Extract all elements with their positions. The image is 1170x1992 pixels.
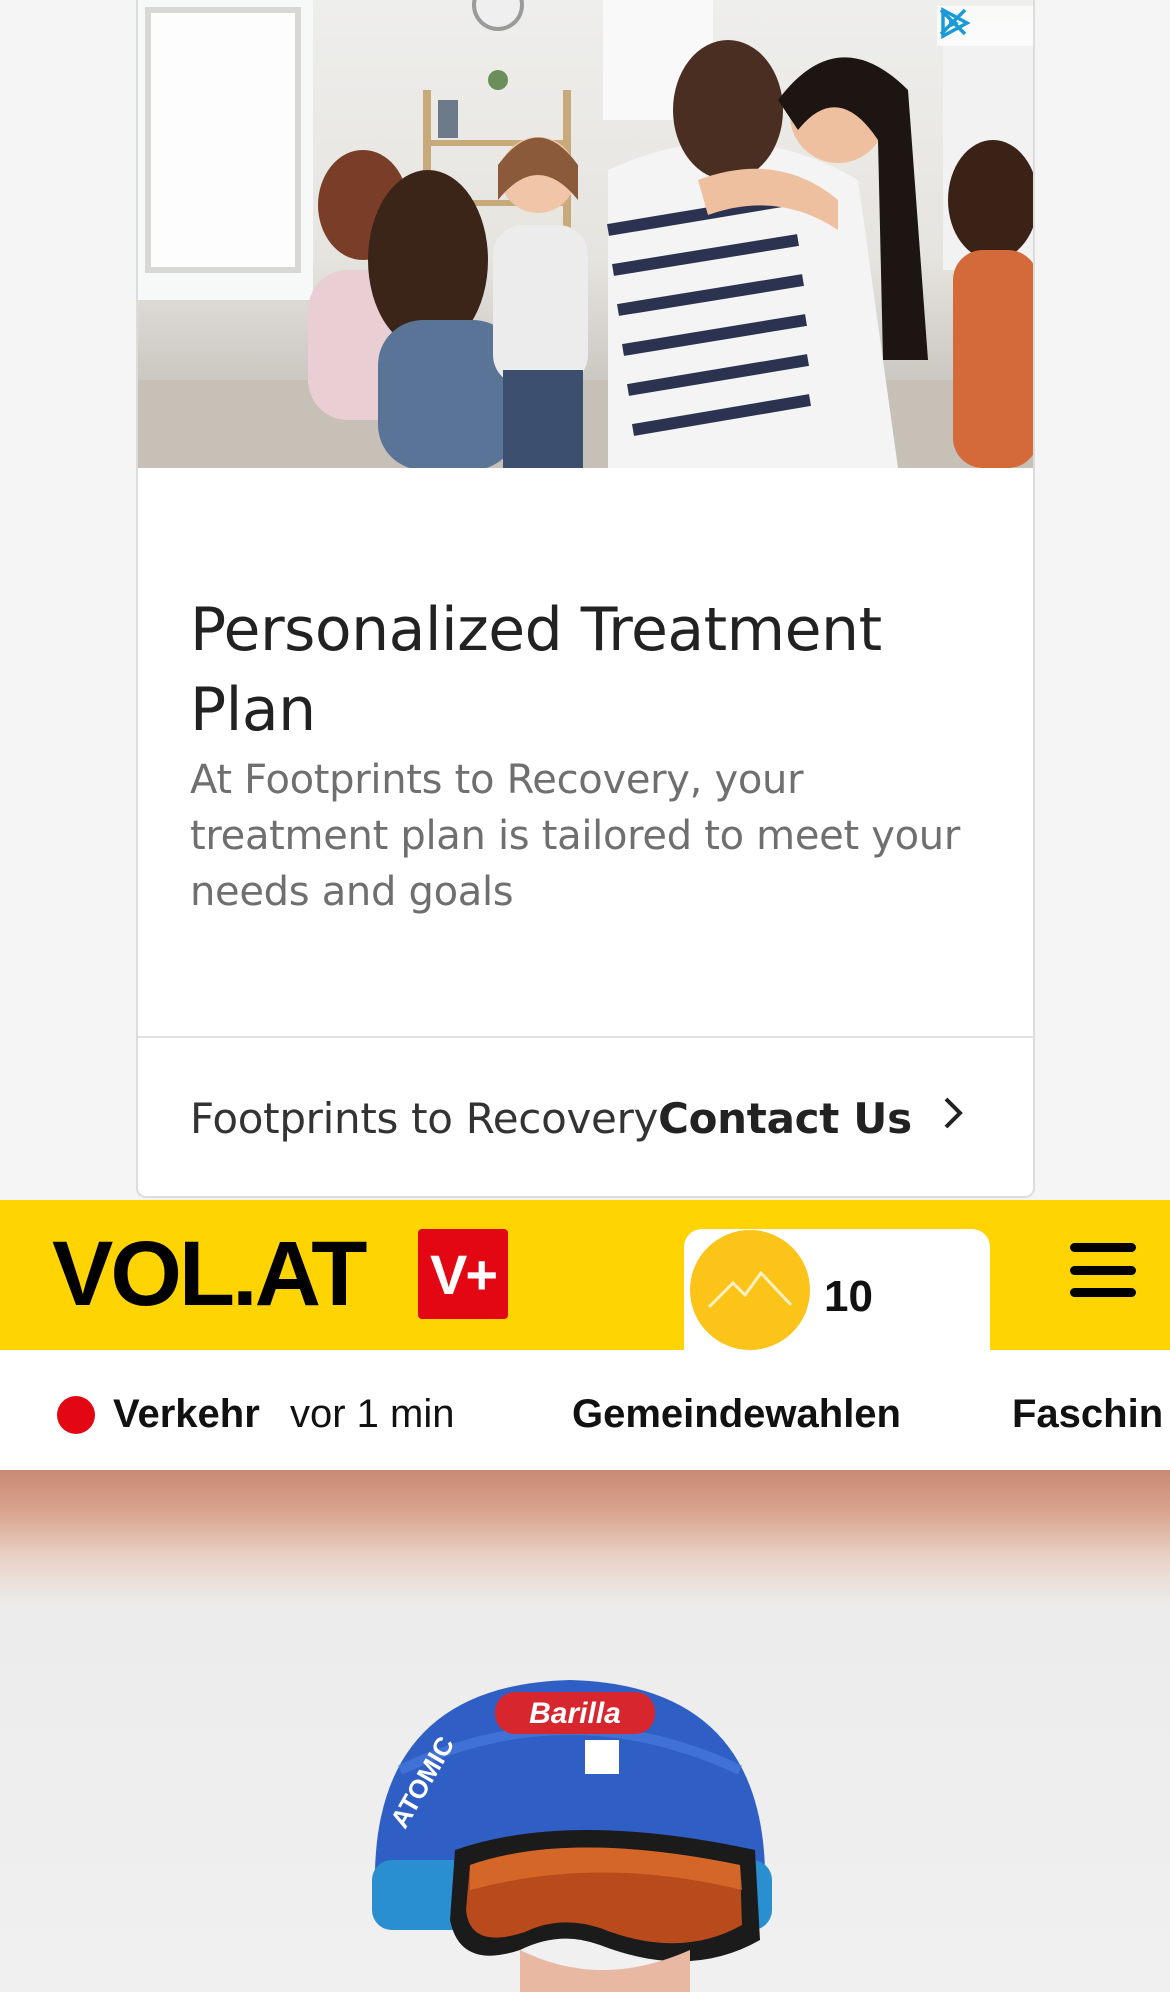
ad-cta-button[interactable]: Contact Us bbox=[658, 1094, 912, 1143]
ad-container[interactable]: Personalized Treatment Plan At Footprint… bbox=[136, 0, 1035, 1198]
vplus-badge[interactable]: V+ bbox=[418, 1229, 508, 1319]
site-logo[interactable]: VOL.AT bbox=[52, 1222, 367, 1326]
ad-footer[interactable]: Footprints to Recovery Contact Us bbox=[190, 1086, 966, 1150]
ad-title[interactable]: Personalized Treatment Plan bbox=[190, 590, 990, 750]
ad-image[interactable] bbox=[138, 0, 1033, 468]
ticker-item[interactable]: Gemeindewahlen bbox=[572, 1388, 901, 1440]
ad-advertiser: Footprints to Recovery bbox=[190, 1093, 659, 1143]
ad-photo-illustration bbox=[138, 0, 1033, 468]
ad-divider bbox=[138, 1036, 1033, 1038]
chevron-right-icon[interactable] bbox=[940, 1093, 966, 1143]
weather-temperature[interactable]: 10 bbox=[824, 1272, 873, 1322]
ad-description[interactable]: At Footprints to Recovery, your treatmen… bbox=[190, 752, 1010, 920]
page: Personalized Treatment Plan At Footprint… bbox=[0, 0, 1170, 1992]
ticker-item[interactable]: Faschin bbox=[1012, 1388, 1170, 1440]
hero-image[interactable]: Barilla ATOMIC bbox=[0, 1470, 1170, 1992]
hamburger-icon[interactable] bbox=[1068, 1240, 1138, 1300]
hero-photo-illustration: Barilla ATOMIC bbox=[372, 1680, 772, 1992]
ticker-live-label[interactable]: Verkehr bbox=[113, 1388, 260, 1440]
live-dot-icon bbox=[57, 1396, 95, 1434]
helmet-logo: Barilla bbox=[529, 1697, 621, 1730]
ticker-live-time: vor 1 min bbox=[290, 1392, 455, 1436]
mountain-sun-icon[interactable] bbox=[690, 1230, 810, 1350]
ad-badge[interactable] bbox=[937, 6, 1033, 46]
